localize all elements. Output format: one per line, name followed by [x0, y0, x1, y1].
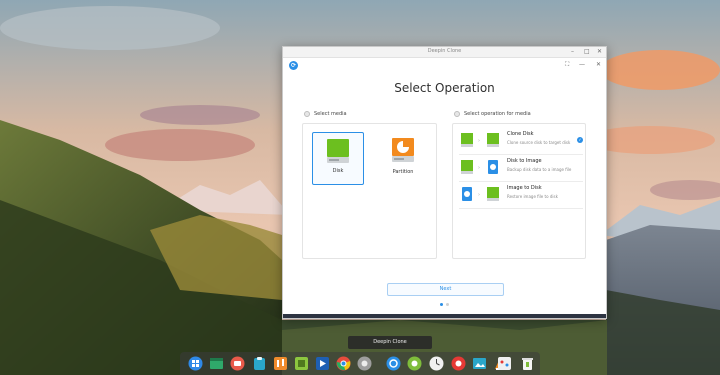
green-circle-icon[interactable]	[407, 356, 422, 371]
music-icon[interactable]	[273, 356, 288, 371]
svg-text:›: ›	[478, 192, 480, 198]
menu-icon[interactable]: —	[579, 61, 585, 69]
select-operation-text: Select operation for media	[464, 111, 531, 117]
deepin-clone-logo-icon: ⟳	[289, 61, 298, 70]
select-media-label[interactable]: Select media	[304, 111, 347, 117]
maximize-icon[interactable]: □	[584, 48, 590, 56]
page-indicator	[283, 303, 606, 306]
store-icon[interactable]	[252, 356, 267, 371]
partition-icon	[392, 138, 414, 162]
terminal-icon[interactable]	[209, 356, 224, 371]
video-icon[interactable]	[315, 356, 330, 371]
svg-text:›: ›	[478, 165, 480, 171]
svg-text:›: ›	[478, 138, 480, 144]
page-dot-2	[446, 303, 449, 306]
disk-to-image-description: Backup disk data to a image file	[507, 167, 572, 172]
file-manager-icon[interactable]	[294, 356, 309, 371]
deepin-clone-window: Deepin Clone – □ ✕ ⟳ ⛶ — ✕ Select Operat…	[282, 46, 607, 319]
page-dot-1	[440, 303, 443, 306]
next-button[interactable]: Next	[387, 283, 504, 296]
operation-panel: › Clone Disk Clone source disk to target…	[452, 123, 586, 259]
settings-icon[interactable]	[357, 356, 372, 371]
operation-image-to-disk[interactable]: › Image to Disk Restore image file to di…	[459, 182, 583, 209]
game-icon[interactable]	[497, 356, 512, 371]
select-media-text: Select media	[314, 111, 347, 117]
app-close-icon[interactable]: ✕	[596, 61, 601, 69]
disk-to-image-icon: ›	[461, 160, 498, 174]
screenshot-icon[interactable]	[230, 356, 245, 371]
operation-clone-disk[interactable]: › Clone Disk Clone source disk to target…	[459, 128, 583, 155]
operation-disk-to-image[interactable]: › Disk to Image Backup disk data to a im…	[459, 155, 583, 182]
window-title: Deepin Clone	[427, 48, 462, 54]
minimize-icon[interactable]: –	[571, 48, 574, 56]
select-media-radio[interactable]	[304, 111, 310, 117]
trash-icon[interactable]	[520, 356, 535, 371]
clone-disk-description: Clone source disk to target disk	[507, 140, 571, 145]
close-icon[interactable]: ✕	[597, 48, 602, 56]
image-to-disk-description: Restore image file to disk	[507, 194, 558, 199]
media-panel: Disk Partition	[302, 123, 437, 259]
app-header: ⟳ ⛶ — ✕	[283, 58, 606, 72]
window-titlebar[interactable]: Deepin Clone – □ ✕	[283, 47, 606, 58]
chrome-icon[interactable]	[336, 356, 351, 371]
dock-tooltip: Deepin Clone	[348, 336, 432, 349]
selected-check-icon: ✓	[577, 137, 583, 143]
window-bottom-bar	[283, 314, 606, 318]
image-to-disk-icon: ›	[462, 187, 499, 201]
disk-to-image-title: Disk to Image	[507, 158, 542, 164]
red-app-icon[interactable]	[451, 356, 466, 371]
disk-icon	[327, 139, 349, 163]
deepin-clone-icon[interactable]	[386, 356, 401, 371]
launcher-icon[interactable]	[188, 356, 203, 371]
media-disk-tile[interactable]: Disk	[312, 132, 364, 185]
image-to-disk-title: Image to Disk	[507, 185, 542, 191]
media-partition-tile[interactable]: Partition	[377, 132, 429, 185]
fullscreen-icon[interactable]: ⛶	[565, 61, 569, 69]
page-title: Select Operation	[394, 81, 495, 95]
select-operation-radio[interactable]	[454, 111, 460, 117]
clock-icon[interactable]	[429, 356, 444, 371]
select-operation-label[interactable]: Select operation for media	[454, 111, 531, 117]
media-partition-label: Partition	[392, 169, 414, 175]
clone-disk-icon: ›	[461, 133, 499, 147]
image-viewer-icon[interactable]	[472, 356, 487, 371]
dock	[180, 352, 540, 375]
clone-disk-title: Clone Disk	[507, 131, 534, 137]
media-disk-label: Disk	[332, 168, 344, 174]
